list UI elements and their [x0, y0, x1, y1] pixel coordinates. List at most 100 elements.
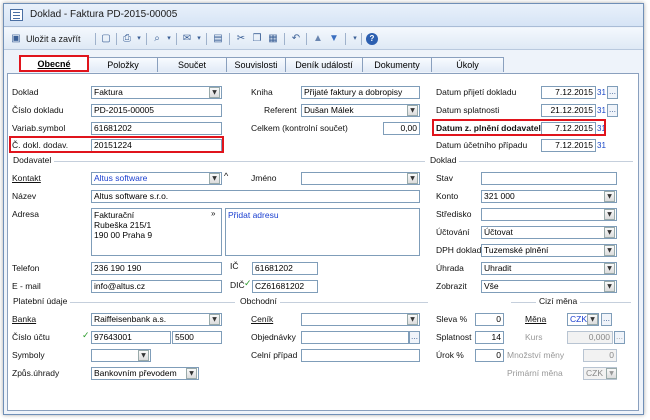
save-close-button[interactable]: Uložit a zavřít — [26, 31, 81, 47]
previous-record-icon[interactable]: ▲ — [312, 33, 324, 45]
adresa-text: Rubeška 215/1 190 00 Praha 9 — [94, 220, 153, 240]
save-icon[interactable]: ▣ — [10, 33, 22, 45]
kurs-label: Kurs — [525, 332, 543, 342]
attach-dropdown-icon[interactable]: ▾ — [193, 33, 205, 45]
help-icon[interactable]: ? — [366, 33, 378, 45]
celni-pripad-field[interactable] — [301, 349, 420, 362]
doklad-field[interactable]: Faktura — [91, 86, 222, 99]
varsym-field[interactable]: 61681202 — [91, 122, 222, 135]
telefon-field[interactable]: 236 190 190 — [91, 262, 222, 275]
tab-dokumenty[interactable]: Dokumenty — [362, 57, 432, 72]
uctovani-field[interactable]: Účtovat — [481, 226, 617, 239]
kod-banky-field[interactable]: 5500 — [172, 331, 222, 344]
cislo-dokladu-field[interactable]: PD-2015-00005 — [91, 104, 222, 117]
next-record-icon[interactable]: ▼ — [328, 33, 340, 45]
chevron-down-icon[interactable]: ▼ — [209, 173, 220, 184]
chevron-down-icon[interactable]: ▼ — [186, 368, 197, 379]
dic-field[interactable]: CZ61681202 — [252, 280, 318, 293]
tab-obecne[interactable]: Obecné — [19, 55, 89, 72]
uhrada-field[interactable]: Uhradit — [481, 262, 617, 275]
nazev-field[interactable]: Altus software s.r.o. — [91, 190, 420, 203]
cenik-field[interactable] — [301, 313, 420, 326]
chevron-down-icon[interactable]: ▼ — [604, 227, 615, 238]
celkem-field[interactable]: 0,00 — [383, 122, 420, 135]
chevron-down-icon[interactable]: ▼ — [604, 281, 615, 292]
copy-icon[interactable]: ❐ — [251, 33, 263, 45]
tab-polozky[interactable]: Položky — [88, 57, 158, 72]
jmeno-field[interactable] — [301, 172, 420, 185]
dph-field[interactable]: Tuzemské plnění — [481, 244, 617, 257]
ellipsis-button[interactable]: … — [607, 86, 618, 99]
adresa-box[interactable]: Fakturační Rubeška 215/1 190 00 Praha 9 — [91, 208, 222, 256]
datum-splatnosti-field[interactable]: 21.12.2015 — [541, 104, 596, 117]
chevron-down-icon[interactable]: ▼ — [407, 173, 418, 184]
referent-field[interactable]: Dušan Málek — [301, 104, 420, 117]
more-dropdown-icon[interactable]: ▾ — [349, 33, 361, 45]
tab-soucet[interactable]: Součet — [157, 57, 227, 72]
stav-label: Stav — [436, 173, 454, 183]
print-icon[interactable]: ⎙ — [121, 33, 133, 45]
chevron-down-icon[interactable]: ▼ — [604, 245, 615, 256]
chevron-down-icon[interactable]: ▼ — [604, 191, 615, 202]
ellipsis-button[interactable]: … — [601, 313, 612, 326]
chevron-down-icon[interactable]: ▼ — [209, 314, 220, 325]
email-field[interactable]: info@altus.cz — [91, 280, 222, 293]
datum-ucetniho-field[interactable]: 7.12.2015 — [541, 139, 596, 152]
kontakt-field[interactable]: Altus software — [91, 172, 222, 185]
sleva-field[interactable]: 0 — [475, 313, 504, 326]
objednavky-field[interactable] — [301, 331, 409, 344]
ellipsis-button[interactable]: … — [409, 331, 420, 344]
cislo-uctu-field[interactable]: 97643001 — [91, 331, 171, 344]
toolbar-separator — [146, 33, 147, 45]
chevron-down-icon[interactable]: ▼ — [209, 87, 220, 98]
objednavky-label: Objednávky — [251, 332, 296, 342]
print-dropdown-icon[interactable]: ▾ — [133, 33, 145, 45]
chevron-down-icon[interactable]: ▼ — [604, 209, 615, 220]
tab-ukoly[interactable]: Úkoly — [431, 57, 504, 72]
symboly-label: Symboly — [12, 350, 45, 360]
toolbar: ▣ Uložit a zavřít ▢ ⎙ ▾ ⌕ ▾ ✉ ▾ ▤ ✂ ❐ ▦ … — [4, 28, 643, 50]
zpusob-uhrady-field[interactable]: Bankovním převodem — [91, 367, 199, 380]
cut-icon[interactable]: ✂ — [235, 33, 247, 45]
referent-label: Referent — [264, 105, 297, 115]
stav-field[interactable] — [481, 172, 617, 185]
konto-field[interactable]: 321 000 — [481, 190, 617, 203]
chevron-down-icon[interactable]: ▼ — [407, 314, 418, 325]
stredisko-field[interactable] — [481, 208, 617, 221]
chevron-down-icon[interactable]: ▼ — [604, 263, 615, 274]
preview-dropdown-icon[interactable]: ▾ — [163, 33, 175, 45]
calendar-icon[interactable]: 31 — [597, 104, 606, 117]
tab-souvislosti[interactable]: Souvislosti — [226, 57, 286, 72]
cislo-dodav-label: Č. dokl. dodav. — [12, 140, 69, 150]
new-doc-icon[interactable]: ▢ — [100, 33, 112, 45]
tab-denik-udalosti[interactable]: Deník událostí — [285, 57, 363, 72]
datum-plneni-field[interactable]: 7.12.2015 — [541, 122, 596, 135]
cenik-label: Ceník — [251, 314, 274, 324]
ic-field[interactable]: 61681202 — [252, 262, 318, 275]
ellipsis-button[interactable]: … — [607, 104, 618, 117]
calendar-icon[interactable]: 31 — [597, 86, 606, 99]
chevron-down-icon[interactable]: ▼ — [587, 314, 598, 325]
urok-field[interactable]: 0 — [475, 349, 504, 362]
cislo-dodav-field[interactable]: 20151224 — [91, 139, 222, 152]
undo-icon[interactable]: ↶ — [290, 33, 302, 45]
calendar-icon[interactable]: 31 — [597, 122, 606, 135]
disk-icon[interactable]: ▤ — [212, 33, 224, 45]
zobrazit-field[interactable]: Vše — [481, 280, 617, 293]
preview-icon[interactable]: ⌕ — [151, 33, 163, 45]
calendar-icon[interactable]: 31 — [597, 139, 606, 152]
pridat-adresu-link[interactable]: Přidat adresu — [225, 208, 420, 256]
dph-label: DPH doklad — [436, 245, 482, 255]
chevron-up-icon[interactable]: ^ — [224, 171, 228, 182]
datum-ucetniho-label: Datum účetního případu — [436, 140, 528, 150]
mena-section-title: Cizí měna — [536, 296, 581, 306]
chevron-down-icon[interactable]: ▼ — [407, 105, 418, 116]
datum-prijeti-field[interactable]: 7.12.2015 — [541, 86, 596, 99]
adresa-more-icon[interactable]: » — [211, 208, 215, 219]
splatnost-field[interactable]: 14 — [475, 331, 504, 344]
banka-field[interactable]: Raiffeisenbank a.s. — [91, 313, 222, 326]
paste-icon[interactable]: ▦ — [267, 33, 279, 45]
kniha-field[interactable]: Přijaté faktury a dobropisy — [301, 86, 420, 99]
attach-icon[interactable]: ✉ — [181, 33, 193, 45]
chevron-down-icon[interactable]: ▼ — [138, 350, 149, 361]
